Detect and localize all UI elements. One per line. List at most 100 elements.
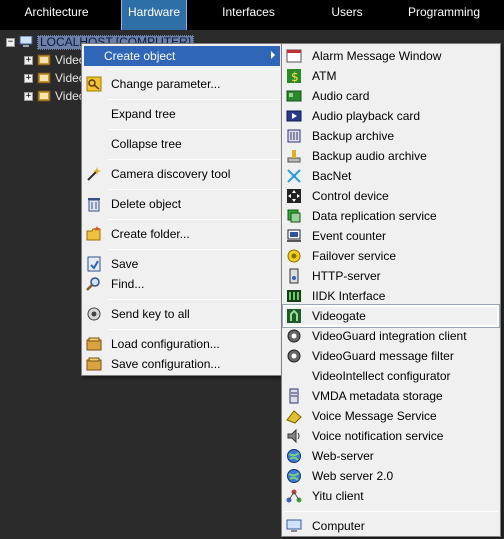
submenu-item-vmda-storage[interactable]: VMDA metadata storage: [284, 386, 498, 406]
submenu-item-label: Backup archive: [312, 129, 395, 143]
menu-item-find[interactable]: Find...: [84, 274, 280, 294]
tab-spacer: [113, 0, 121, 30]
save-icon: [86, 256, 102, 272]
submenu-item-web-server-2[interactable]: Web server 2.0: [284, 466, 498, 486]
submenu-item-iidk-interface[interactable]: IIDK Interface: [284, 286, 498, 306]
menu-item-save-configuration[interactable]: Save configuration...: [84, 354, 280, 374]
menu-item-label: Expand tree: [111, 107, 176, 121]
video-icon: [37, 54, 51, 66]
submenu-item-label: Voice notification service: [312, 429, 444, 443]
submenu-item-label: Event counter: [312, 229, 387, 243]
menu-separator: [108, 219, 280, 220]
submenu-item-label: VMDA metadata storage: [312, 389, 443, 403]
submenu-item-data-replication[interactable]: Data replication service: [284, 206, 498, 226]
submenu-item-atm[interactable]: $ ATM: [284, 66, 498, 86]
yitu-icon: [286, 488, 302, 504]
menu-item-delete-object[interactable]: Delete object: [84, 194, 280, 214]
replication-icon: [286, 208, 302, 224]
submenu-item-yitu-client[interactable]: Yitu client: [284, 486, 498, 506]
menu-item-label: Collapse tree: [111, 137, 182, 151]
audio-playback-icon: [286, 108, 302, 124]
submenu-item-failover-service[interactable]: Failover service: [284, 246, 498, 266]
submenu-item-audio-playback-card[interactable]: Audio playback card: [284, 106, 498, 126]
submenu-item-control-device[interactable]: Control device: [284, 186, 498, 206]
web-server-icon: [286, 448, 302, 464]
submenu-item-videoguard-filter[interactable]: VideoGuard message filter: [284, 346, 498, 366]
submenu-item-alarm-message-window[interactable]: Alarm Message Window: [284, 46, 498, 66]
submenu-item-backup-archive[interactable]: Backup archive: [284, 126, 498, 146]
collapse-icon[interactable]: −: [6, 37, 15, 47]
vmda-icon: [286, 388, 302, 404]
computer-icon: [286, 518, 302, 534]
tab-architecture[interactable]: Architecture: [0, 0, 113, 30]
voice-message-icon: [286, 408, 302, 424]
menu-separator: [108, 299, 280, 300]
expand-icon[interactable]: +: [24, 55, 33, 65]
submenu-item-event-counter[interactable]: Event counter: [284, 226, 498, 246]
expand-icon[interactable]: +: [24, 73, 33, 83]
videoguard-filter-icon: [286, 348, 302, 364]
submenu-item-audio-card[interactable]: Audio card: [284, 86, 498, 106]
submenu-item-videointellect[interactable]: VideoIntellect configurator: [284, 366, 498, 386]
menu-item-expand-tree[interactable]: Expand tree: [84, 104, 280, 124]
video-icon: [37, 90, 51, 102]
find-icon: [86, 276, 102, 292]
menu-item-label: Camera discovery tool: [111, 167, 231, 181]
submenu-item-voice-message-service[interactable]: Voice Message Service: [284, 406, 498, 426]
event-counter-icon: [286, 228, 302, 244]
submenu-item-bacnet[interactable]: BacNet: [284, 166, 498, 186]
submenu-item-label: Web server 2.0: [312, 469, 394, 483]
videogate-focus-outline: [282, 304, 500, 328]
video-icon: [37, 72, 51, 84]
submenu-item-label: IIDK Interface: [312, 289, 386, 303]
menu-separator: [108, 329, 280, 330]
menu-separator: [108, 69, 280, 70]
menu-item-collapse-tree[interactable]: Collapse tree: [84, 134, 280, 154]
submenu-item-label: BacNet: [312, 169, 352, 183]
menu-item-create-object[interactable]: Create object: [84, 46, 280, 66]
menu-item-label: Change parameter...: [111, 77, 221, 91]
submenu-item-http-server[interactable]: HTTP-server: [284, 266, 498, 286]
save-config-icon: [86, 356, 102, 372]
submenu-item-label: Alarm Message Window: [312, 49, 442, 63]
tree-node-video-1[interactable]: + Video: [24, 52, 85, 68]
submenu-item-voice-notification[interactable]: Voice notification service: [284, 426, 498, 446]
audio-card-icon: [286, 88, 302, 104]
tree-node-video-2[interactable]: + Video: [24, 70, 85, 86]
submenu-item-label: Failover service: [312, 249, 397, 263]
submenu-item-label: VideoGuard message filter: [312, 349, 454, 363]
menu-item-camera-discovery[interactable]: Camera discovery tool: [84, 164, 280, 184]
iidk-icon: [286, 288, 302, 304]
menu-item-create-folder[interactable]: Create folder...: [84, 224, 280, 244]
tab-hardware[interactable]: Hardware: [121, 0, 187, 30]
submenu-item-backup-audio-archive[interactable]: Backup audio archive: [284, 146, 498, 166]
tab-users[interactable]: Users: [310, 0, 384, 30]
menu-item-label: Send key to all: [111, 307, 190, 321]
menu-item-send-key[interactable]: Send key to all: [84, 304, 280, 324]
expand-icon[interactable]: +: [24, 91, 33, 101]
create-object-submenu: Alarm Message Window $ ATM Audio card Au…: [281, 43, 501, 537]
tab-programming[interactable]: Programming: [384, 0, 504, 30]
menu-item-label: Create folder...: [111, 227, 190, 241]
submenu-item-label: HTTP-server: [312, 269, 381, 283]
menu-item-save[interactable]: Save: [84, 254, 280, 274]
http-server-icon: [286, 268, 302, 284]
context-menu: Create object Change parameter... Expand…: [81, 43, 283, 376]
submenu-item-computer[interactable]: Computer: [284, 516, 498, 536]
svg-text:$: $: [291, 70, 299, 84]
tree-node-video-3[interactable]: + Video: [24, 88, 85, 104]
folder-icon: [86, 226, 102, 242]
submenu-item-label: Voice Message Service: [312, 409, 437, 423]
submenu-item-videoguard-client[interactable]: VideoGuard integration client: [284, 326, 498, 346]
menu-separator: [108, 129, 280, 130]
backup-audio-icon: [286, 148, 302, 164]
menu-item-change-parameter[interactable]: Change parameter...: [84, 74, 280, 94]
tab-interfaces[interactable]: Interfaces: [187, 0, 310, 30]
submenu-item-label: Computer: [312, 519, 365, 533]
submenu-separator: [284, 511, 498, 512]
bacnet-icon: [286, 168, 302, 184]
tab-bar: Architecture Hardware Interfaces Users P…: [0, 0, 504, 30]
menu-item-load-configuration[interactable]: Load configuration...: [84, 334, 280, 354]
submenu-item-web-server[interactable]: Web-server: [284, 446, 498, 466]
load-config-icon: [86, 336, 102, 352]
